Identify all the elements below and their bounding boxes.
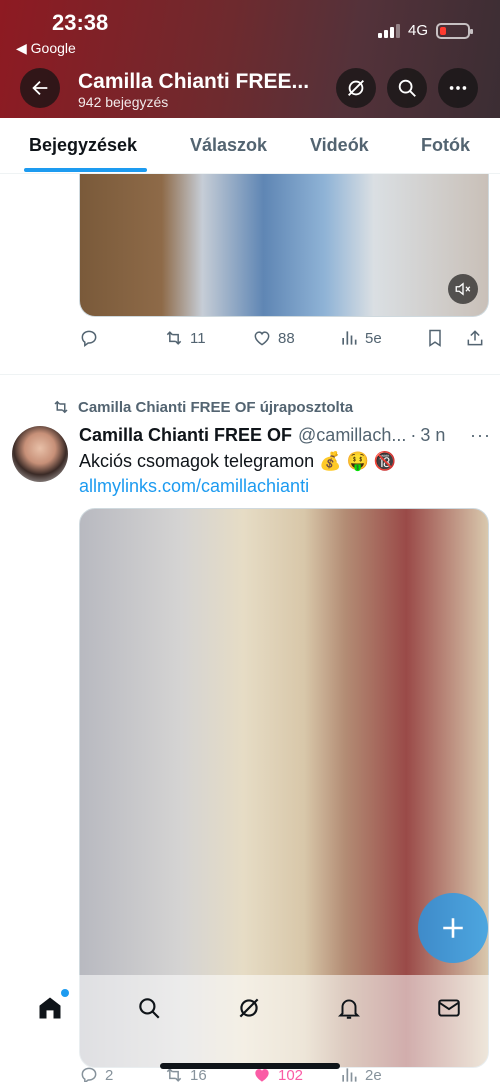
profile-title: Camilla Chianti FREE... <box>78 70 310 93</box>
like-button[interactable]: 88 <box>252 328 295 348</box>
nav-messages[interactable] <box>432 991 466 1025</box>
reply-count: 2 <box>105 1066 114 1082</box>
views-button[interactable]: 2e <box>339 1065 382 1082</box>
avatar[interactable] <box>12 426 68 482</box>
like-count: 88 <box>278 329 295 347</box>
share-icon <box>467 330 483 346</box>
tab-photos[interactable]: Fotók <box>421 135 470 156</box>
views-count: 2e <box>365 1066 382 1082</box>
post-text: Akciós csomagok telegramon 💰 🤑 🔞 <box>79 451 397 471</box>
back-to-app-link[interactable]: ◀ Google <box>16 40 76 57</box>
tab-indicator <box>24 168 147 172</box>
bottom-navigation: 2 16 102 2e <box>0 975 500 1082</box>
post-more-button[interactable]: ··· <box>470 425 491 446</box>
tab-posts[interactable]: Bejegyzések <box>29 135 137 156</box>
reply-icon <box>81 330 97 347</box>
author-handle[interactable]: @camillach... <box>298 425 406 446</box>
search-button[interactable] <box>387 68 427 108</box>
bookmark-button[interactable] <box>425 328 445 348</box>
post-media-video[interactable] <box>79 174 489 317</box>
reply-button[interactable] <box>79 328 105 348</box>
nav-home[interactable] <box>33 989 69 1025</box>
more-icon <box>449 86 467 90</box>
signal-icon <box>377 23 400 38</box>
views-count: 5e <box>365 329 382 347</box>
search-icon <box>139 998 160 1019</box>
post-divider <box>0 374 500 375</box>
home-icon <box>39 997 61 1019</box>
reply-button[interactable]: 2 <box>79 1065 113 1082</box>
status-time: 23:38 <box>52 10 109 35</box>
compose-button[interactable] <box>418 893 488 963</box>
post-actions: 11 88 5e <box>79 328 489 352</box>
grok-icon <box>239 998 259 1018</box>
repost-button[interactable]: 11 <box>164 328 206 348</box>
profile-tabs: Bejegyzések Válaszok Videók Fotók <box>0 118 500 174</box>
network-label: 4G <box>407 22 428 39</box>
notification-dot <box>61 989 69 997</box>
post-link[interactable]: allmylinks.com/camillachianti <box>79 476 309 497</box>
heart-icon <box>254 331 270 346</box>
repost-indicator[interactable]: Camilla Chianti FREE OF újraposztolta <box>52 398 353 416</box>
profile-header: 23:38 ◀ Google 4G Camilla Chianti FREE..… <box>0 0 500 118</box>
search-icon <box>398 79 416 97</box>
repost-icon <box>54 400 68 414</box>
plus-icon <box>443 918 463 938</box>
share-button[interactable] <box>465 328 485 348</box>
views-icon <box>342 331 357 345</box>
repost-icon <box>166 331 182 345</box>
tab-replies[interactable]: Válaszok <box>190 135 267 156</box>
reply-icon <box>81 1067 97 1082</box>
home-indicator <box>160 1063 340 1069</box>
volume-muted-icon <box>455 282 471 296</box>
bookmark-icon <box>429 329 441 347</box>
post-header: Camilla Chianti FREE OF @camillach... · … <box>79 425 491 446</box>
grok-button[interactable] <box>336 68 376 108</box>
repost-count: 11 <box>190 329 206 347</box>
nav-grok[interactable] <box>232 991 266 1025</box>
mute-button[interactable] <box>448 274 478 304</box>
tab-videos[interactable]: Videók <box>310 135 369 156</box>
status-indicators: 4G <box>377 22 473 39</box>
separator-dot: · <box>410 425 417 445</box>
grok-icon <box>348 80 364 96</box>
post-count: 942 bejegyzés <box>78 94 169 110</box>
nav-search[interactable] <box>132 991 166 1025</box>
back-button[interactable] <box>20 68 60 108</box>
nav-notifications[interactable] <box>332 991 366 1025</box>
arrow-left-icon <box>32 80 48 96</box>
views-icon <box>342 1068 357 1082</box>
views-button[interactable]: 5e <box>339 328 382 348</box>
post-time[interactable]: 3 n <box>420 425 445 446</box>
repost-label: Camilla Chianti FREE OF újraposztolta <box>78 398 354 416</box>
messages-icon <box>438 999 460 1017</box>
author-name[interactable]: Camilla Chianti FREE OF <box>79 425 292 446</box>
notifications-icon <box>337 999 361 1019</box>
battery-icon <box>436 22 473 39</box>
more-button[interactable] <box>438 68 478 108</box>
